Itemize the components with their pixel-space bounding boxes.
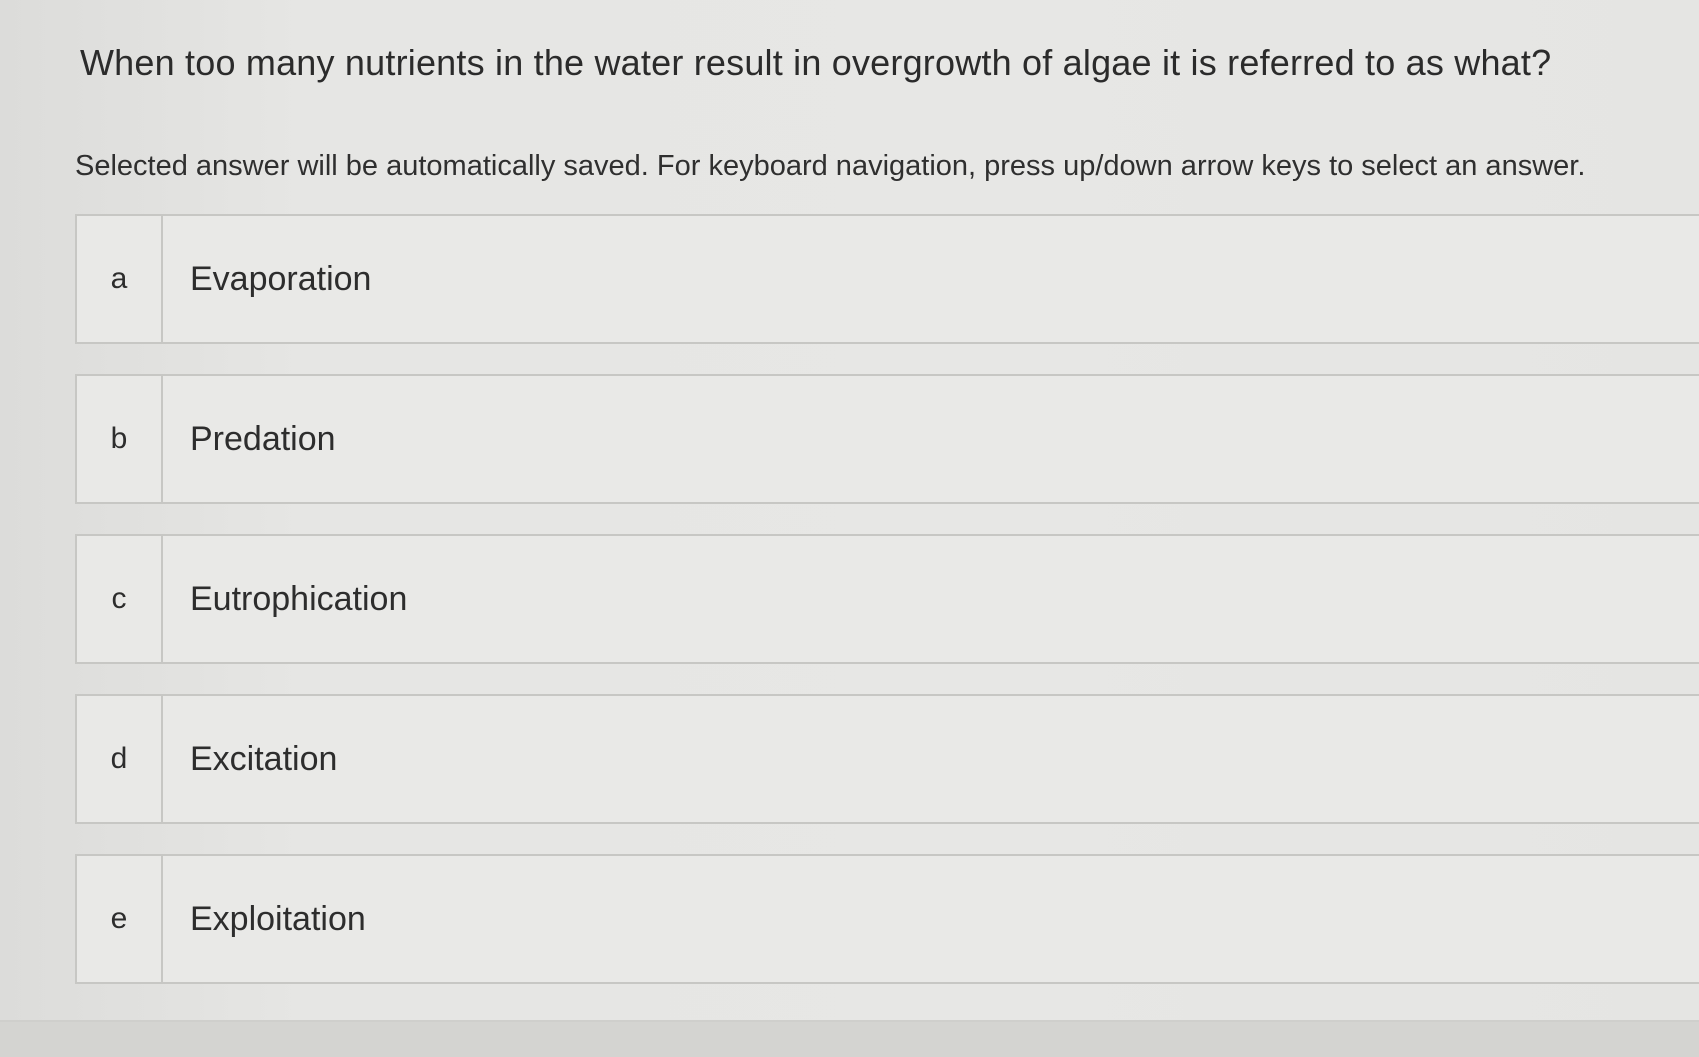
answer-option-b[interactable]: b Predation bbox=[75, 374, 1699, 504]
option-letter: b bbox=[77, 376, 163, 502]
question-text: When too many nutrients in the water res… bbox=[80, 42, 1552, 83]
quiz-screen: When too many nutrients in the water res… bbox=[0, 0, 1699, 1022]
option-label: Predation bbox=[190, 419, 336, 458]
option-label: Excitation bbox=[190, 739, 338, 778]
answer-option-c[interactable]: c Eutrophication bbox=[75, 534, 1699, 664]
option-letter: e bbox=[77, 856, 163, 982]
option-letter: c bbox=[77, 536, 163, 662]
answer-option-d[interactable]: d Excitation bbox=[75, 694, 1699, 824]
answer-option-e[interactable]: e Exploitation bbox=[75, 854, 1699, 984]
option-label: Evaporation bbox=[190, 259, 372, 298]
option-label: Exploitation bbox=[190, 899, 366, 938]
answer-instructions: Selected answer will be automatically sa… bbox=[75, 150, 1586, 182]
option-letter: a bbox=[77, 216, 163, 342]
option-label: Eutrophication bbox=[190, 579, 408, 618]
answer-option-a[interactable]: a Evaporation bbox=[75, 214, 1699, 344]
option-letter: d bbox=[77, 696, 163, 822]
bottom-divider bbox=[0, 1022, 1699, 1057]
